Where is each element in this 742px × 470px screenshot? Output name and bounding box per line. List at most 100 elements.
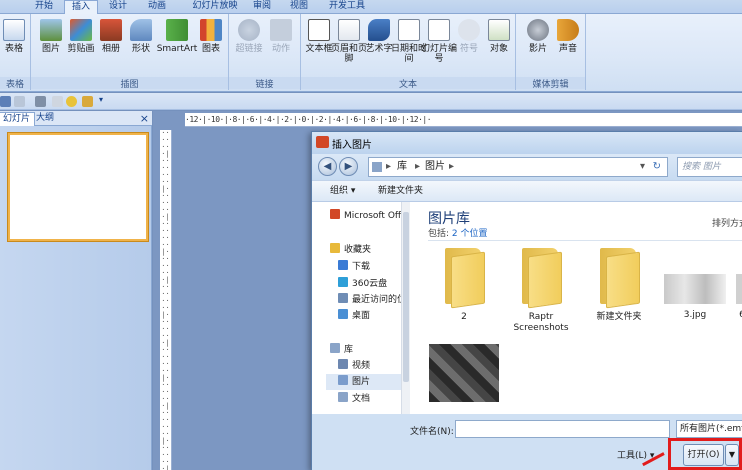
library-title: 图片库 xyxy=(428,211,470,227)
divider xyxy=(428,240,742,241)
table-icon xyxy=(3,19,25,41)
tab-home[interactable]: 开始 xyxy=(28,0,60,14)
filetype-select[interactable]: 所有图片(*.emf;* xyxy=(676,420,742,438)
slide-thumbnail[interactable] xyxy=(8,133,148,241)
image-item[interactable] xyxy=(428,344,500,408)
tab-slideshow[interactable]: 幻灯片放映 xyxy=(183,0,247,14)
navigation-pane: Microsoft Office 收藏夹 下载 360云盘 最近访问的位置 桌面… xyxy=(312,202,415,414)
clipart-icon xyxy=(70,19,92,41)
chart-icon xyxy=(200,19,222,41)
refresh-icon[interactable]: ↻ xyxy=(653,158,661,176)
wordart-icon xyxy=(368,19,390,41)
tab-slides[interactable]: 幻灯片 xyxy=(0,112,36,126)
group-media: 影片 声音 媒体剪辑 xyxy=(516,14,586,90)
speaker-icon xyxy=(557,19,579,41)
navigation-scrollbar[interactable] xyxy=(401,202,410,414)
nav-item-documents[interactable]: 文档 xyxy=(338,391,370,407)
recent-places-icon xyxy=(338,293,348,303)
nav-item-desktop[interactable]: 桌面 xyxy=(338,308,370,324)
chevron-down-icon[interactable]: ▾ xyxy=(640,158,645,176)
dialog-command-bar: 组织 ▾ 新建文件夹 xyxy=(312,180,742,202)
smartart-icon xyxy=(166,19,188,41)
ribbon-tab-bar: 开始 插入 设计 动画 幻灯片放映 审阅 视图 开发工具 xyxy=(0,0,742,15)
image-item[interactable]: 3.jpg xyxy=(659,248,731,321)
library-icon xyxy=(330,343,340,353)
video-icon xyxy=(338,359,348,369)
file-list: 图片库 包括: 2 个位置 排列方式 2 Raptr Screenshots 新… xyxy=(410,202,742,414)
breadcrumb-separator-icon: ▸ xyxy=(449,161,455,172)
group-tables: 表格 表格 xyxy=(0,14,31,90)
header-footer-icon xyxy=(338,19,360,41)
hyperlink-icon xyxy=(238,19,260,41)
folder-icon xyxy=(443,248,485,309)
desktop-icon xyxy=(338,309,348,319)
chart-button[interactable]: 图表 xyxy=(191,17,231,54)
film-reel-icon xyxy=(527,19,549,41)
cloud-icon xyxy=(338,277,348,287)
close-icon[interactable]: × xyxy=(140,112,149,125)
address-bar[interactable]: ▸ 库 ▸ 图片 ▸ ▾ ↻ xyxy=(368,157,668,177)
horizontal-ruler: ·12·|·10·|·8·|·6·|·4·|·2·|·0·|·2·|·4·|·6… xyxy=(185,113,742,127)
tab-insert[interactable]: 插入 xyxy=(64,0,98,15)
back-arrow-icon[interactable]: ◀ xyxy=(318,157,337,176)
smiley-icon[interactable] xyxy=(66,96,77,107)
vertical-ruler: ·······|········|········|········|·····… xyxy=(160,130,172,470)
tab-animation[interactable]: 动画 xyxy=(141,0,173,14)
folder-icon[interactable] xyxy=(82,96,93,107)
image-thumbnail xyxy=(429,344,499,402)
action-button[interactable]: 动作 xyxy=(261,17,301,54)
tab-view[interactable]: 视图 xyxy=(283,0,315,14)
tab-review[interactable]: 审阅 xyxy=(246,0,278,14)
folder-item[interactable]: Raptr Screenshots xyxy=(505,248,577,334)
image-item[interactable]: 6 xyxy=(732,248,742,321)
redo-icon[interactable] xyxy=(35,96,46,107)
nav-item-downloads[interactable]: 下载 xyxy=(338,259,370,275)
group-text: 文本框 页眉和页脚 艺术字 日期和时间 幻灯片编号 符号 对象 文本 xyxy=(301,14,516,90)
tab-outline[interactable]: 大纲 xyxy=(32,112,58,126)
organize-button[interactable]: 组织 ▾ xyxy=(330,181,355,201)
undo-icon[interactable] xyxy=(14,96,25,107)
group-illustrations: 图片 剪贴画 相册 形状 SmartArt 图表 插图 xyxy=(31,14,229,90)
nav-item-videos[interactable]: 视频 xyxy=(338,358,370,374)
filename-input[interactable] xyxy=(455,420,670,438)
omega-icon xyxy=(458,19,480,41)
breadcrumb-library[interactable]: 库 xyxy=(397,158,407,176)
textbox-icon xyxy=(308,19,330,41)
calendar-icon xyxy=(398,19,420,41)
dialog-title: 插入图片 xyxy=(332,140,372,151)
nav-item-360cloud[interactable]: 360云盘 xyxy=(338,276,387,292)
breadcrumb-separator-icon: ▸ xyxy=(415,161,421,172)
navigation-row: ◀ ▶ ▸ 库 ▸ 图片 ▸ ▾ ↻ 搜索 图片 xyxy=(312,154,742,180)
forward-arrow-icon[interactable]: ▶ xyxy=(339,157,358,176)
ribbon: 表格 表格 图片 剪贴画 相册 形状 SmartArt 图表 插图 超链接 动作… xyxy=(0,14,742,92)
nav-item-libraries[interactable]: 库 xyxy=(330,342,353,358)
refresh-icon[interactable] xyxy=(52,96,63,107)
new-folder-button[interactable]: 新建文件夹 xyxy=(378,181,423,201)
action-icon xyxy=(270,19,292,41)
dialog-title-bar: 插入图片 xyxy=(312,132,742,154)
tab-developer[interactable]: 开发工具 xyxy=(322,0,372,14)
locations-link[interactable]: 2 个位置 xyxy=(452,229,488,239)
shapes-icon xyxy=(130,19,152,41)
breadcrumb-pictures[interactable]: 图片 xyxy=(425,158,445,176)
customize-qat-icon[interactable]: ▾ xyxy=(99,95,106,106)
highlight-box xyxy=(668,438,742,470)
tab-design[interactable]: 设计 xyxy=(102,0,134,14)
picture-icon xyxy=(40,19,62,41)
nav-item-favorites[interactable]: 收藏夹 xyxy=(330,242,371,258)
object-button[interactable]: 对象 xyxy=(479,17,519,54)
album-icon xyxy=(100,19,122,41)
object-icon xyxy=(488,19,510,41)
table-button[interactable]: 表格 xyxy=(0,17,34,54)
save-icon[interactable] xyxy=(0,96,11,107)
sound-button[interactable]: 声音 xyxy=(548,17,588,54)
nav-item-pictures[interactable]: 图片 xyxy=(326,374,402,390)
group-links: 超链接 动作 链接 xyxy=(229,14,301,90)
folder-item[interactable]: 2 xyxy=(428,248,500,323)
scrollbar-thumb[interactable] xyxy=(403,212,409,382)
folder-item[interactable]: 新建文件夹 xyxy=(583,248,655,323)
search-input[interactable]: 搜索 图片 xyxy=(677,157,742,177)
slides-panel-tabs: 幻灯片 大纲 × xyxy=(0,111,152,126)
pictures-icon xyxy=(338,375,348,385)
sort-by-label[interactable]: 排列方式 xyxy=(712,216,742,229)
